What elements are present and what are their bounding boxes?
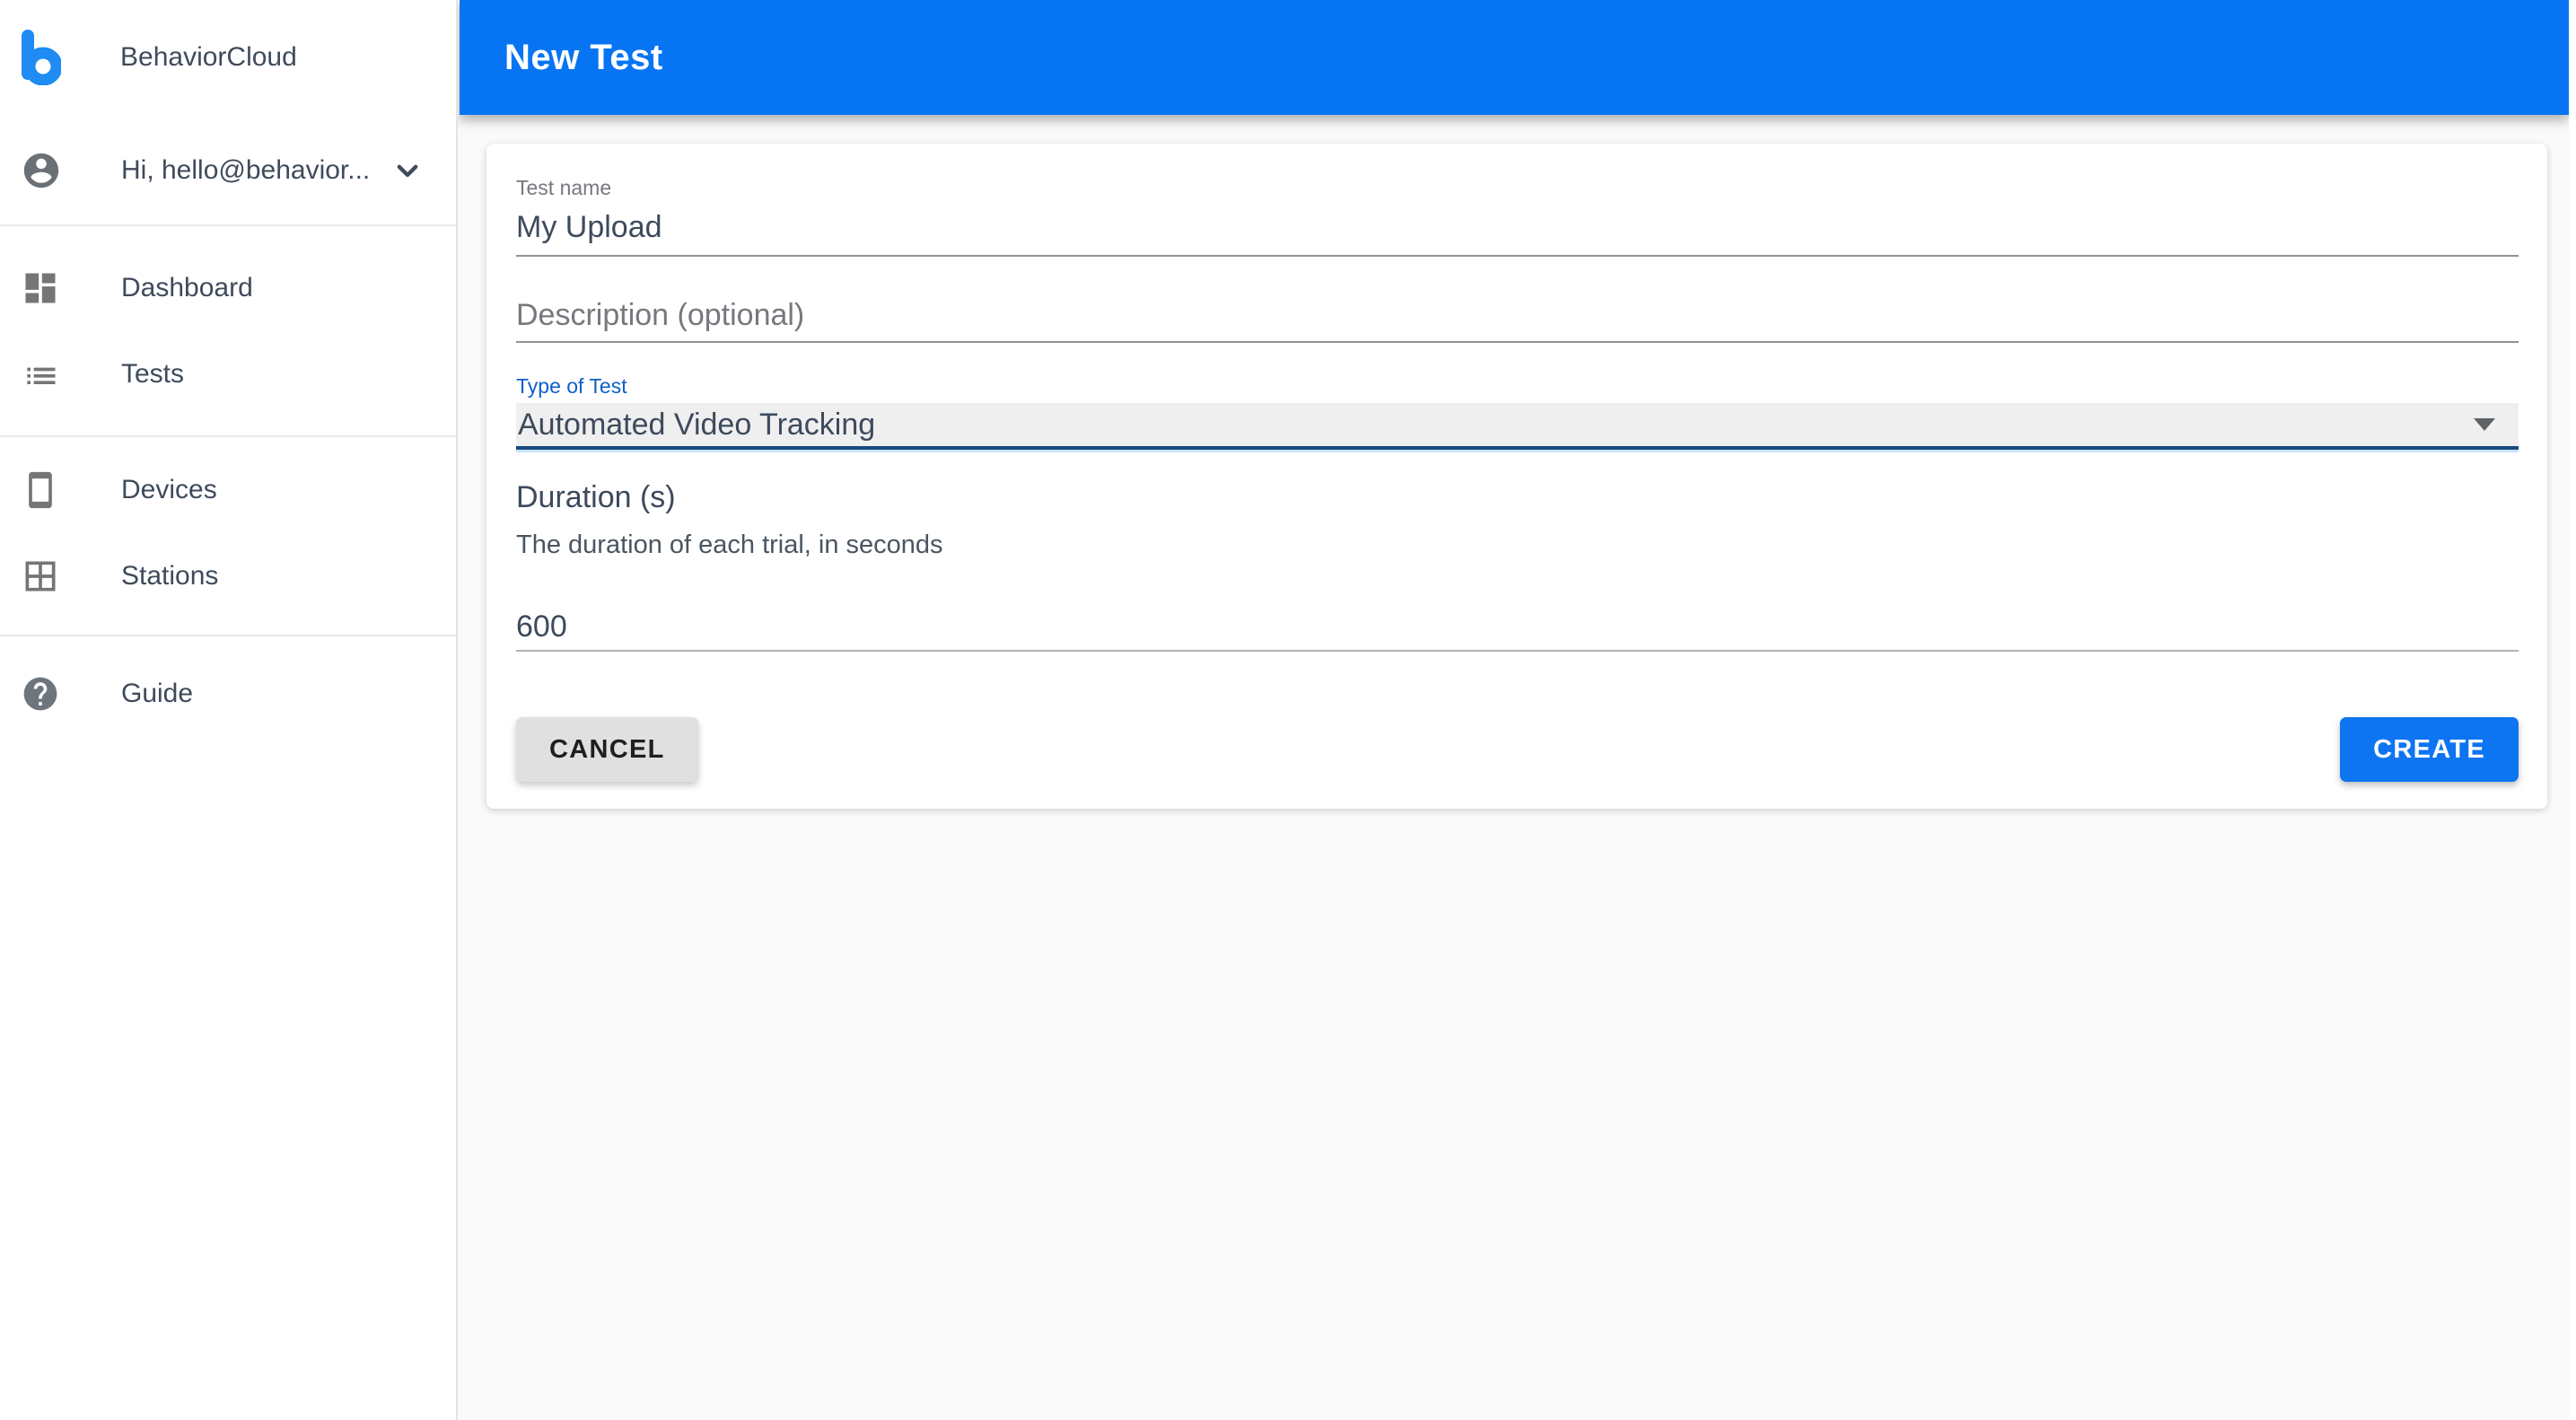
grid-icon [21, 557, 60, 596]
smartphone-icon [21, 470, 60, 510]
sidebar-item-label: Devices [121, 475, 217, 504]
sidebar-item-dashboard[interactable]: Dashboard [0, 245, 456, 331]
sidebar: BehaviorCloud Hi, hello@behavior... Dash… [0, 0, 458, 1420]
type-of-test-label: Type of Test [516, 374, 627, 398]
duration-help-text: The duration of each trial, in seconds [516, 530, 943, 559]
sidebar-item-devices[interactable]: Devices [0, 447, 456, 533]
page-header: New Test [460, 0, 2569, 115]
dashboard-icon [21, 268, 60, 308]
sidebar-item-label: Dashboard [121, 273, 253, 302]
chevron-down-icon [390, 153, 425, 188]
dropdown-arrow-icon [2474, 418, 2495, 431]
sidebar-divider [0, 635, 456, 636]
sidebar-item-label: Stations [121, 561, 219, 591]
test-name-label: Test name [516, 176, 612, 199]
user-greeting: Hi, hello@behavior... [121, 155, 371, 185]
sidebar-item-stations[interactable]: Stations [0, 533, 456, 619]
sidebar-divider [0, 435, 456, 437]
brand-link[interactable]: BehaviorCloud [0, 0, 456, 85]
main-area: New Test Test name Type of Test Automate… [460, 0, 2576, 1420]
brand-name: BehaviorCloud [120, 42, 297, 72]
sidebar-divider [0, 224, 456, 226]
list-icon [21, 355, 60, 394]
form-actions: CANCEL CREATE [516, 717, 2519, 782]
description-input[interactable] [516, 294, 2519, 343]
duration-label: Duration (s) [516, 480, 676, 514]
sidebar-item-label: Guide [121, 679, 194, 708]
type-of-test-select[interactable]: Automated Video Tracking [516, 403, 2519, 450]
sidebar-item-tests[interactable]: Tests [0, 331, 456, 417]
sidebar-item-guide[interactable]: Guide [0, 651, 456, 737]
help-icon [21, 674, 60, 714]
sidebar-item-label: Tests [121, 359, 185, 389]
scrollbar-track[interactable] [2569, 0, 2576, 1420]
create-button[interactable]: CREATE [2340, 717, 2519, 782]
account-avatar-icon [21, 150, 62, 191]
duration-input[interactable] [516, 607, 2519, 652]
behaviorcloud-logo-icon [18, 30, 61, 85]
user-menu[interactable]: Hi, hello@behavior... [0, 129, 456, 212]
page-title: New Test [504, 37, 663, 77]
new-test-form-card: Test name Type of Test Automated Video T… [486, 144, 2547, 809]
test-name-input[interactable] [516, 206, 2519, 257]
type-of-test-selected-value: Automated Video Tracking [518, 407, 876, 442]
cancel-button[interactable]: CANCEL [516, 717, 698, 782]
